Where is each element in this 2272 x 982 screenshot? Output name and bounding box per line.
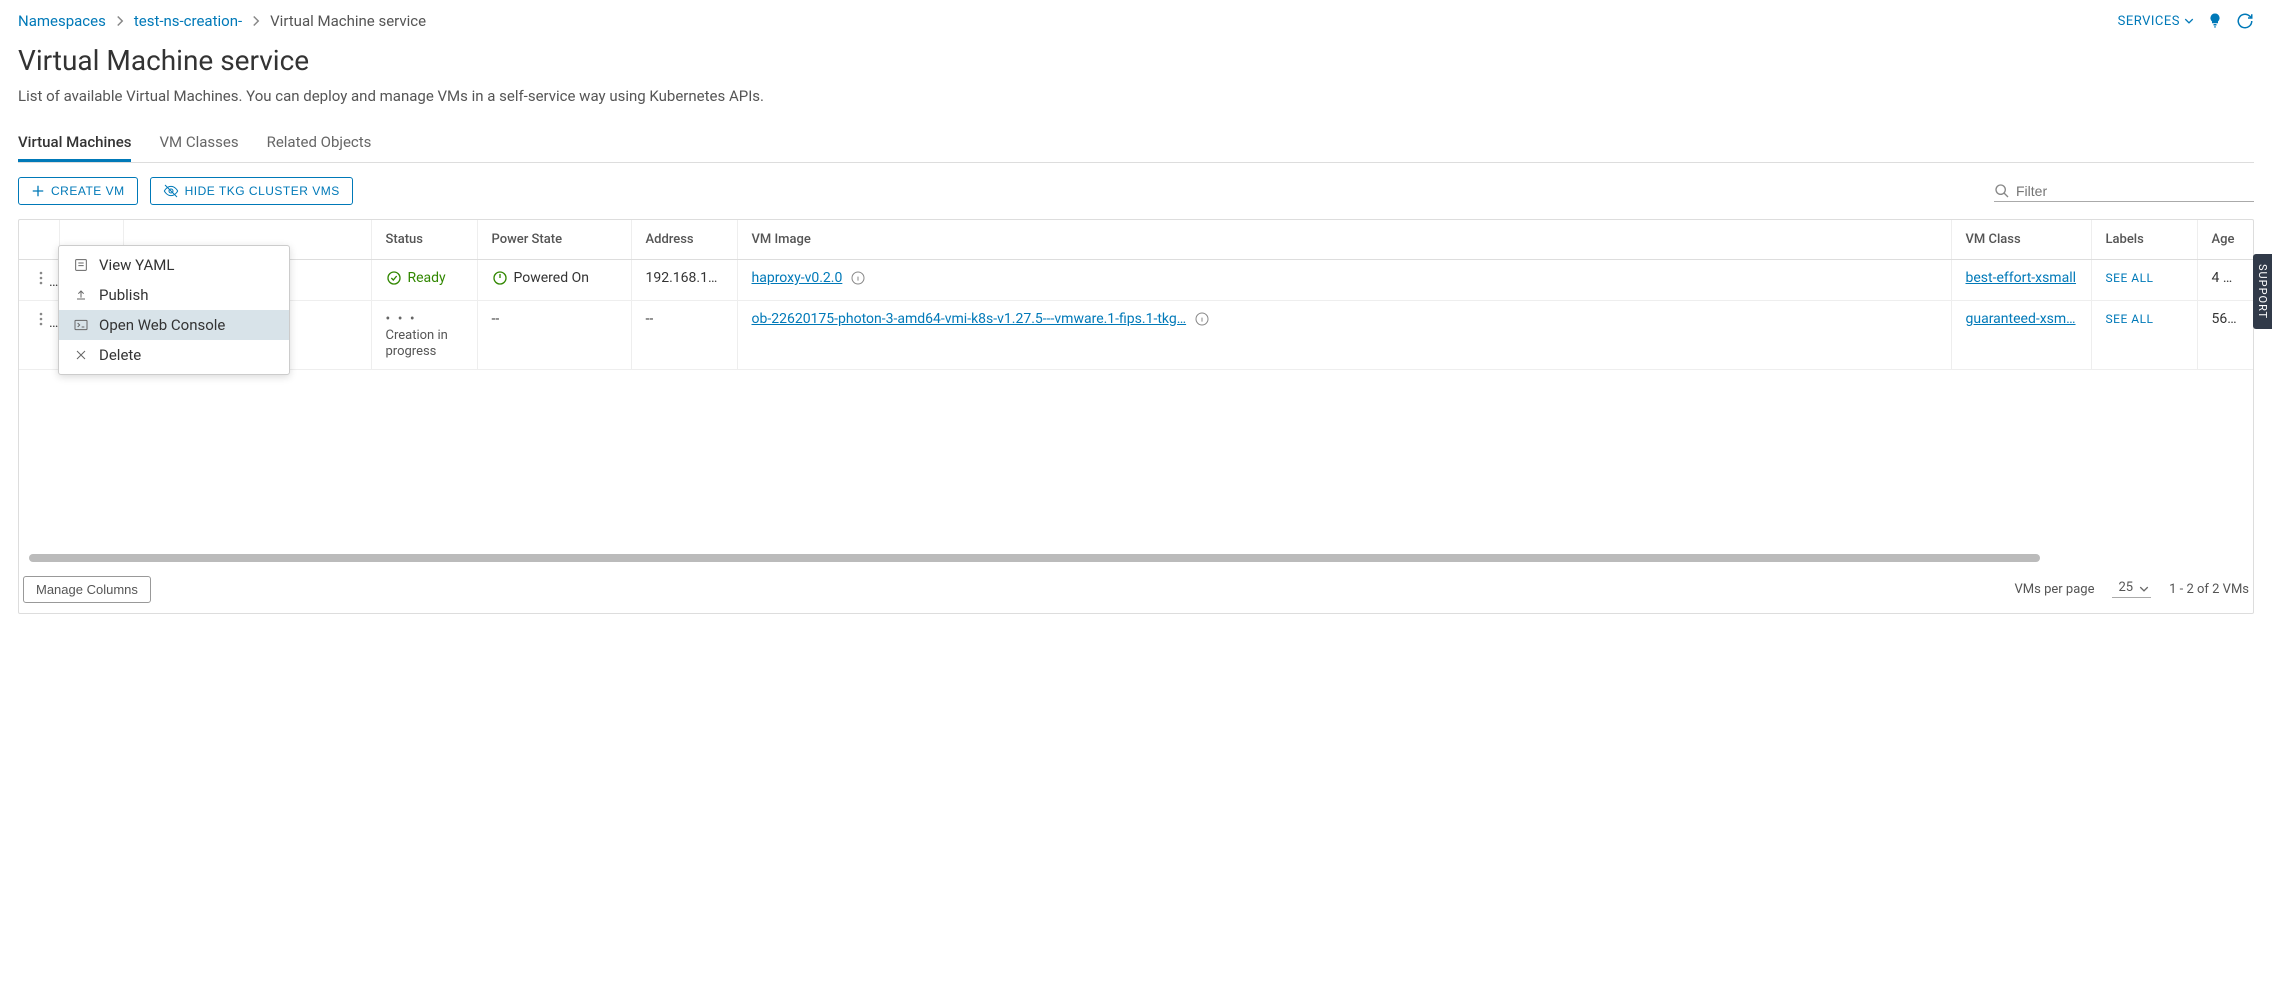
upload-icon — [73, 287, 89, 303]
top-actions: SERVICES — [2118, 12, 2254, 30]
lightbulb-icon[interactable] — [2206, 12, 2224, 30]
info-icon[interactable] — [1194, 311, 1210, 327]
document-icon — [73, 257, 89, 273]
col-age[interactable]: Age — [2197, 220, 2253, 260]
context-view-yaml[interactable]: View YAML — [59, 250, 289, 280]
tab-related-objects[interactable]: Related Objects — [267, 125, 372, 162]
age-cell: 4 min — [2197, 260, 2253, 301]
page-description: List of available Virtual Machines. You … — [18, 87, 2254, 105]
table-footer: Manage Columns VMs per page 25 1 - 2 of … — [19, 566, 2253, 613]
col-power[interactable]: Power State — [477, 220, 631, 260]
row-actions-button[interactable] — [33, 270, 49, 286]
context-publish[interactable]: Publish — [59, 280, 289, 310]
class-cell: guaranteed-xsm… — [1951, 301, 2091, 370]
class-cell: best-effort-xsmall — [1951, 260, 2091, 301]
address-cell: -- — [631, 301, 737, 370]
status-progress-text: Creation in progress — [386, 328, 448, 359]
support-tab[interactable]: SUPPORT — [2253, 254, 2272, 329]
search-icon — [1994, 183, 2010, 199]
console-icon — [73, 317, 89, 333]
info-icon[interactable] — [850, 270, 866, 286]
per-page-value: 25 — [2118, 580, 2133, 595]
col-address[interactable]: Address — [631, 220, 737, 260]
image-cell: ob-22620175-photon-3-amd64-vmi-k8s-v1.27… — [737, 301, 1951, 370]
create-vm-label: CREATE VM — [51, 184, 125, 198]
top-bar: Namespaces test-ns-creation- Virtual Mac… — [18, 12, 2254, 44]
status-dots: • • • — [386, 311, 417, 327]
chevron-right-icon — [114, 15, 126, 27]
kebab-icon — [33, 270, 49, 286]
labels-cell: SEE ALL — [2091, 301, 2197, 370]
col-image[interactable]: VM Image — [737, 220, 1951, 260]
breadcrumb-current: Virtual Machine service — [270, 12, 426, 30]
per-page-label: VMs per page — [2015, 582, 2095, 597]
refresh-icon[interactable] — [2236, 12, 2254, 30]
vm-image-link[interactable]: haproxy-v0.2.0 — [752, 270, 843, 286]
age-cell: 56 m — [2197, 301, 2253, 370]
hide-tkg-label: HIDE TKG CLUSTER VMS — [185, 184, 340, 198]
page-title: Virtual Machine service — [18, 44, 2254, 77]
context-delete-label: Delete — [99, 346, 141, 364]
context-publish-label: Publish — [99, 286, 148, 304]
image-cell: haproxy-v0.2.0 — [737, 260, 1951, 301]
pagination: VMs per page 25 1 - 2 of 2 VMs — [2015, 580, 2249, 598]
row-actions-button[interactable] — [33, 311, 49, 327]
kebab-icon — [33, 311, 49, 327]
per-page-select[interactable]: 25 — [2112, 580, 2151, 598]
power-cell: -- — [477, 301, 631, 370]
col-status[interactable]: Status — [371, 220, 477, 260]
col-class[interactable]: VM Class — [1951, 220, 2091, 260]
filter-control[interactable] — [1994, 181, 2254, 202]
col-labels[interactable]: Labels — [2091, 220, 2197, 260]
services-dropdown[interactable]: SERVICES — [2118, 14, 2194, 29]
chevron-down-icon — [2184, 16, 2194, 26]
close-icon — [73, 347, 89, 363]
table-row: gf-f8q… • • • Creation in progress -- --… — [19, 301, 2253, 370]
manage-columns-button[interactable]: Manage Columns — [23, 576, 151, 603]
context-open-web-console[interactable]: Open Web Console — [59, 310, 289, 340]
chevron-down-icon — [2139, 584, 2149, 594]
toolbar: CREATE VM HIDE TKG CLUSTER VMS — [18, 177, 2254, 205]
row-context-menu: View YAML Publish Open Web Console Delet… — [58, 245, 290, 375]
eye-off-icon — [163, 183, 179, 199]
status-cell: • • • Creation in progress — [371, 301, 477, 370]
horizontal-scrollbar[interactable] — [29, 554, 2040, 562]
filter-input[interactable] — [2016, 183, 2254, 199]
breadcrumb: Namespaces test-ns-creation- Virtual Mac… — [18, 12, 426, 30]
breadcrumb-root[interactable]: Namespaces — [18, 12, 106, 30]
create-vm-button[interactable]: CREATE VM — [18, 177, 138, 205]
chevron-right-icon — [250, 15, 262, 27]
vm-class-link[interactable]: best-effort-xsmall — [1966, 270, 2077, 286]
tabs: Virtual Machines VM Classes Related Obje… — [18, 125, 2254, 163]
tab-vm-classes[interactable]: VM Classes — [159, 125, 238, 162]
check-circle-icon — [386, 270, 402, 286]
status-text: Ready — [408, 270, 446, 286]
power-text: Powered On — [514, 270, 589, 286]
see-all-button[interactable]: SEE ALL — [2106, 271, 2154, 285]
hide-tkg-button[interactable]: HIDE TKG CLUSTER VMS — [150, 177, 353, 205]
status-cell: Ready — [371, 260, 477, 301]
address-cell: 192.168.128.32 — [631, 260, 737, 301]
vm-image-link[interactable]: ob-22620175-photon-3-amd64-vmi-k8s-v1.27… — [752, 311, 1187, 327]
table-header: Status Power State Address VM Image VM C… — [19, 220, 2253, 260]
vm-table: Status Power State Address VM Image VM C… — [19, 220, 2253, 550]
vm-class-link[interactable]: guaranteed-xsm… — [1966, 311, 2076, 327]
vm-table-container: Status Power State Address VM Image VM C… — [18, 219, 2254, 614]
tab-virtual-machines[interactable]: Virtual Machines — [18, 125, 131, 162]
power-icon — [492, 270, 508, 286]
context-open-console-label: Open Web Console — [99, 316, 225, 334]
labels-cell: SEE ALL — [2091, 260, 2197, 301]
col-actions — [19, 220, 59, 260]
plus-icon — [31, 184, 45, 198]
see-all-button[interactable]: SEE ALL — [2106, 312, 2154, 326]
power-cell: Powered On — [477, 260, 631, 301]
breadcrumb-namespace[interactable]: test-ns-creation- — [134, 12, 242, 30]
services-label: SERVICES — [2118, 14, 2180, 29]
table-row: Ready Powered On 192.168.128.32 haproxy-… — [19, 260, 2253, 301]
pagination-range: 1 - 2 of 2 VMs — [2169, 582, 2249, 597]
context-view-yaml-label: View YAML — [99, 256, 174, 274]
context-delete[interactable]: Delete — [59, 340, 289, 370]
